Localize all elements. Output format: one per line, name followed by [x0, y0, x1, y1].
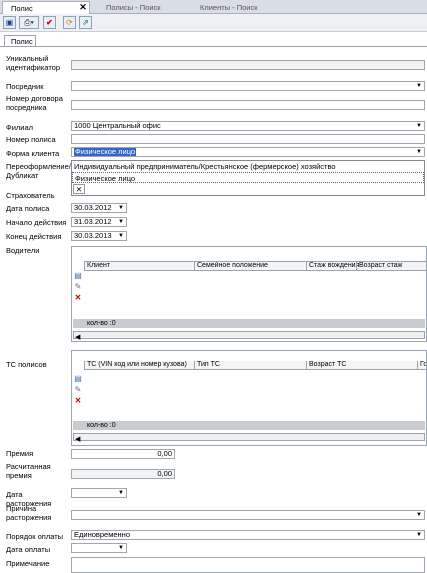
tab-clients-search[interactable]: Клиенты - Поиск — [192, 1, 282, 14]
chevron-down-icon: ▼ — [118, 205, 124, 211]
chevron-down-icon: ▼ — [416, 149, 422, 155]
drivers-count: кол-во :0 — [73, 319, 425, 328]
start-date-label: Начало действия — [6, 218, 67, 227]
policy-date-label: Дата полиса — [6, 204, 50, 213]
chevron-down-icon: ▼ — [416, 83, 422, 89]
column-header[interactable]: Клиент — [84, 262, 110, 270]
vehicles-grid-header: ТС (VIN код или номер кузова) Тип ТС Воз… — [84, 361, 426, 370]
chevron-down-icon: ▼ — [118, 233, 124, 239]
document-tab-bar: Полис ✕ Полисы - Поиск Клиенты - Поиск — [0, 0, 427, 14]
export-icon[interactable]: ⇗ — [79, 16, 92, 29]
payment-order-select[interactable]: Единовременно ▼ — [71, 530, 425, 540]
refresh-icon[interactable]: ⟳ — [63, 16, 76, 29]
column-header[interactable]: Возраст ТС — [306, 361, 346, 369]
policy-number-label: Номер полиса — [6, 135, 56, 144]
tab-policies-search[interactable]: Полисы - Поиск — [98, 1, 188, 14]
delete-row-icon[interactable]: ✕ — [73, 396, 83, 405]
client-form-select[interactable]: Физическое лицо ▼ — [71, 147, 425, 157]
column-header[interactable]: Возраст стаж — [356, 262, 402, 270]
close-icon[interactable]: ✕ — [73, 184, 85, 194]
chevron-down-icon: ▼ — [416, 512, 422, 518]
drivers-scrollbar[interactable]: ◀ — [73, 331, 425, 341]
termination-reason-label: Причина расторжения — [6, 504, 52, 522]
termination-date-picker[interactable]: ▼ — [71, 488, 127, 498]
chevron-down-icon: ▼ — [416, 532, 422, 538]
policy-number-field[interactable] — [71, 134, 425, 144]
chevron-down-icon: ▼ — [118, 545, 124, 551]
branch-select[interactable]: 1000 Центральный офис ▼ — [71, 121, 425, 131]
dropdown-option-selected[interactable]: Физическое лицо — [72, 172, 424, 183]
termination-reason-select[interactable]: ▼ — [71, 510, 425, 520]
calc-premium-label: Расчитанная премия — [6, 462, 51, 480]
column-header[interactable]: Стаж вождения — [306, 262, 359, 270]
agent-select[interactable]: ▼ — [71, 81, 425, 91]
unique-id-label: Уникальный идентификатор — [6, 54, 61, 72]
check-icon[interactable]: ✔ — [43, 16, 56, 29]
client-form-dropdown: Индивидуальный предприниматель/Крестьянс… — [71, 160, 425, 196]
tab-policy-label: Полис — [11, 4, 33, 13]
toolbar: ▣ ⎙▾ ✔ ⟳ ⇗ — [0, 14, 427, 32]
vehicles-grid: ТС (VIN код или номер кузова) Тип ТС Воз… — [71, 350, 427, 446]
client-form-label: Форма клиента — [6, 149, 60, 158]
column-header[interactable]: Го — [417, 361, 426, 369]
chevron-down-icon: ▼ — [118, 219, 124, 225]
payment-date-picker[interactable]: ▼ — [71, 543, 127, 553]
agent-contract-label: Номер договора посредника — [6, 94, 63, 112]
dropdown-option[interactable]: Индивидуальный предприниматель/Крестьянс… — [72, 161, 424, 172]
agent-label: Посредник — [6, 82, 44, 91]
premium-field[interactable]: 0,00 — [71, 449, 175, 459]
edit-row-icon[interactable]: ✎ — [73, 282, 83, 291]
start-date-picker[interactable]: 31.03.2012 ▼ — [71, 217, 127, 227]
vehicles-scrollbar[interactable]: ◀ — [73, 433, 425, 443]
chevron-down-icon: ▼ — [416, 123, 422, 129]
save-icon[interactable]: ▣ — [3, 16, 16, 29]
payment-order-label: Порядок оплаты — [6, 532, 64, 541]
policy-date-picker[interactable]: 30.03.2012 ▼ — [71, 203, 127, 213]
print-icon[interactable]: ⎙▾ — [19, 16, 39, 29]
note-textarea[interactable] — [71, 557, 425, 573]
drivers-label: Водители — [6, 246, 40, 255]
edit-row-icon[interactable]: ✎ — [73, 385, 83, 394]
unique-id-field — [71, 60, 425, 70]
reissue-label: Переоформление/Дубликат — [6, 162, 71, 180]
close-tab-icon[interactable]: ✕ — [78, 1, 88, 13]
vehicles-label: ТС полисов — [6, 360, 47, 369]
payment-date-label: Дата оплаты — [6, 545, 51, 554]
end-date-picker[interactable]: 30.03.2013 ▼ — [71, 231, 127, 241]
drivers-grid: Клиент Семейное положение Стаж вождения … — [71, 246, 427, 342]
end-date-label: Конец действия — [6, 232, 62, 241]
premium-label: Премия — [6, 449, 34, 458]
column-header[interactable]: Тип ТС — [194, 361, 220, 369]
delete-row-icon[interactable]: ✕ — [73, 293, 83, 302]
note-label: Примечание — [6, 559, 50, 568]
branch-label: Филиал — [6, 123, 34, 132]
calc-premium-field: 0,00 — [71, 469, 175, 479]
drivers-grid-header: Клиент Семейное положение Стаж вождения … — [84, 262, 426, 271]
tab-policy[interactable]: Полис — [2, 1, 90, 14]
add-row-icon[interactable]: ▤ — [73, 271, 83, 280]
column-header[interactable]: ТС (VIN код или номер кузова) — [84, 361, 187, 369]
insurer-label: Страхователь — [6, 191, 55, 200]
vehicles-count: кол-во :0 — [73, 421, 425, 430]
add-row-icon[interactable]: ▤ — [73, 374, 83, 383]
chevron-down-icon: ▼ — [118, 490, 124, 496]
column-header[interactable]: Семейное положение — [194, 262, 268, 270]
agent-contract-field[interactable] — [71, 100, 425, 110]
